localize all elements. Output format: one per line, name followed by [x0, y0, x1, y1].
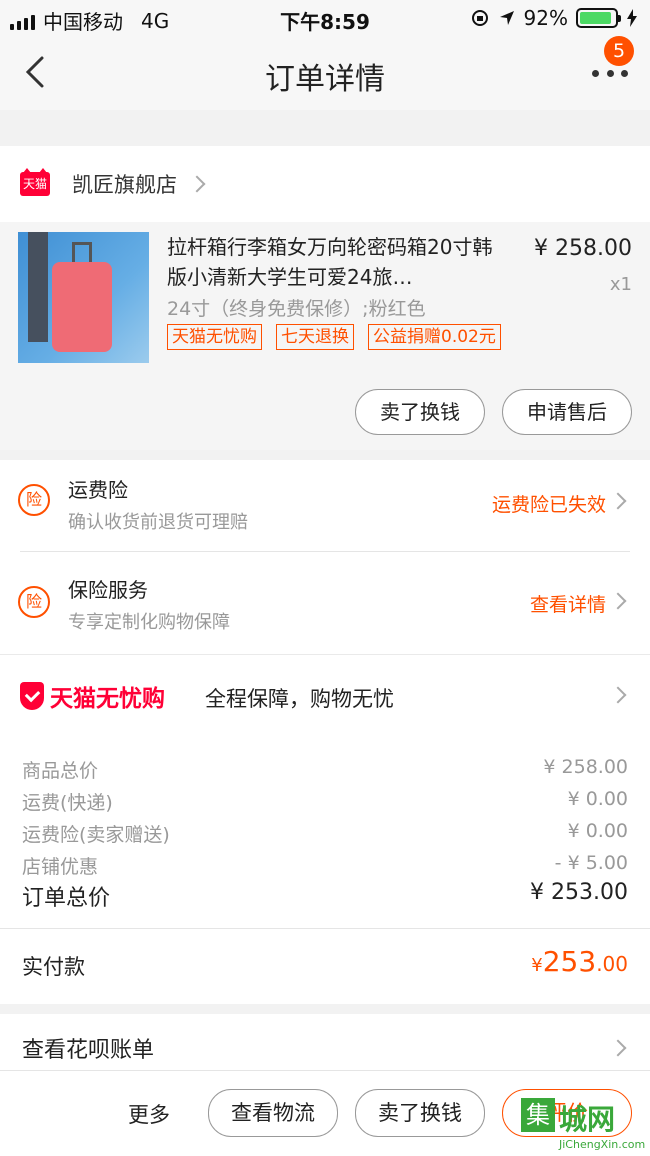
- battery-icon: [576, 8, 621, 28]
- paid-amount: ¥253.00: [531, 945, 628, 978]
- insurance-icon: 险: [18, 484, 50, 516]
- tag-charity: 公益捐赠0.02元: [368, 324, 501, 350]
- status-bar: 中国移动 4G 下午8:59 92%: [0, 0, 650, 36]
- more-button[interactable]: 更多: [128, 1099, 170, 1129]
- product-sku: 24寸（终身免费保修）;粉红色: [167, 298, 426, 320]
- cost-row-shipping-insurance: 运费险(卖家赠送) ¥ 0.00: [22, 820, 628, 847]
- cost-row-discount: 店铺优惠 - ¥ 5.00: [22, 852, 628, 879]
- shop-name: 凯匠旗舰店: [72, 173, 177, 197]
- cost-label: 商品总价: [22, 760, 99, 782]
- cost-row-goods: 商品总价 ¥ 258.00: [22, 756, 628, 783]
- order-total-value: ¥ 253.00: [530, 880, 628, 905]
- shield-icon: [20, 682, 44, 710]
- paid-currency: ¥: [531, 955, 543, 976]
- cost-value: ¥ 0.00: [567, 788, 628, 810]
- worry-free-row[interactable]: 天猫无忧购 全程保障，购物无忧: [0, 654, 650, 738]
- after-sales-button[interactable]: 申请售后: [502, 389, 632, 435]
- shipping-insurance-title: 运费险: [68, 478, 128, 502]
- order-total-label: 订单总价: [22, 886, 111, 911]
- sell-button[interactable]: 卖了换钱: [355, 389, 485, 435]
- cost-value: ¥ 258.00: [543, 756, 628, 778]
- paid-row: 实付款 ¥253.00: [0, 928, 650, 1004]
- watermark-subtext: JiChengXin.com: [559, 1138, 646, 1151]
- shipping-insurance-subtitle: 确认收货前退货可理赔: [68, 512, 248, 533]
- product-title[interactable]: 拉杆箱行李箱女万向轮密码箱20寸韩版小清新大学生可爱24旅…: [167, 232, 507, 292]
- cost-label: 店铺优惠: [22, 856, 99, 878]
- watermark-text: 城网: [559, 1103, 616, 1136]
- cost-row-shipping: 运费(快递) ¥ 0.00: [22, 788, 628, 815]
- page-title: 订单详情: [265, 62, 385, 97]
- product-thumbnail[interactable]: [18, 232, 149, 363]
- notification-badge: 5: [604, 36, 634, 66]
- paid-decimal: .00: [596, 952, 628, 976]
- product-price: ¥ 258.00: [534, 236, 632, 261]
- cost-value: ¥ 0.00: [567, 820, 628, 842]
- watermark-box: 集: [521, 1098, 555, 1132]
- cost-value: - ¥ 5.00: [554, 852, 628, 874]
- shop-row[interactable]: 天猫 凯匠旗舰店: [0, 146, 650, 222]
- product-card[interactable]: 拉杆箱行李箱女万向轮密码箱20寸韩版小清新大学生可爱24旅… ¥ 258.00 …: [0, 222, 650, 450]
- cost-label: 运费险(卖家赠送): [22, 824, 170, 846]
- product-tags: 天猫无忧购 七天退换 公益捐赠0.02元: [167, 324, 501, 350]
- location-icon: [499, 11, 514, 25]
- insurance-service-link[interactable]: 查看详情: [530, 590, 606, 617]
- cost-breakdown: 商品总价 ¥ 258.00 运费(快递) ¥ 0.00 运费险(卖家赠送) ¥ …: [0, 738, 650, 928]
- shipping-insurance-status[interactable]: 运费险已失效: [492, 490, 606, 517]
- orientation-lock-icon: [471, 10, 488, 26]
- product-quantity: x1: [609, 274, 632, 295]
- insurance-service-subtitle: 专享定制化购物保障: [68, 612, 230, 633]
- watermark-logo: 集 城网 JiChengXin.com: [521, 1098, 646, 1152]
- divider: [20, 551, 630, 552]
- chevron-right-icon: [609, 1039, 627, 1057]
- huabei-label: 查看花呗账单: [22, 1038, 155, 1063]
- worry-free-logo: 天猫无忧购: [20, 679, 165, 713]
- cost-label: 运费(快递): [22, 792, 113, 814]
- chevron-right-icon: [188, 175, 206, 193]
- chevron-right-icon: [609, 686, 627, 704]
- view-logistics-button[interactable]: 查看物流: [208, 1089, 338, 1137]
- paid-label: 实付款: [22, 955, 85, 979]
- chevron-right-icon: [609, 492, 627, 510]
- sell-button-bottom[interactable]: 卖了换钱: [355, 1089, 485, 1137]
- battery-percent: 92%: [523, 6, 568, 30]
- paid-integer: 253: [542, 945, 597, 978]
- chevron-right-icon: [609, 592, 627, 610]
- worry-free-slogan: 全程保障，购物无忧: [205, 687, 394, 711]
- more-icon[interactable]: [592, 68, 628, 78]
- services-card: 险 运费险 确认收货前退货可理赔 运费险已失效 险 保险服务 专享定制化购物保障…: [0, 460, 650, 654]
- insurance-icon: 险: [18, 586, 50, 618]
- status-right: 92%: [470, 6, 638, 30]
- nav-bar: 订单详情 5: [0, 36, 650, 110]
- insurance-service-title: 保险服务: [68, 578, 148, 602]
- tag-worry-free: 天猫无忧购: [167, 324, 262, 350]
- tmall-logo: 天猫: [20, 168, 50, 196]
- tag-seven-day-return: 七天退换: [276, 324, 354, 350]
- order-total-row: 订单总价 ¥ 253.00: [22, 880, 628, 912]
- worry-free-logo-text: 天猫无忧购: [50, 686, 165, 712]
- charging-icon: [627, 9, 637, 27]
